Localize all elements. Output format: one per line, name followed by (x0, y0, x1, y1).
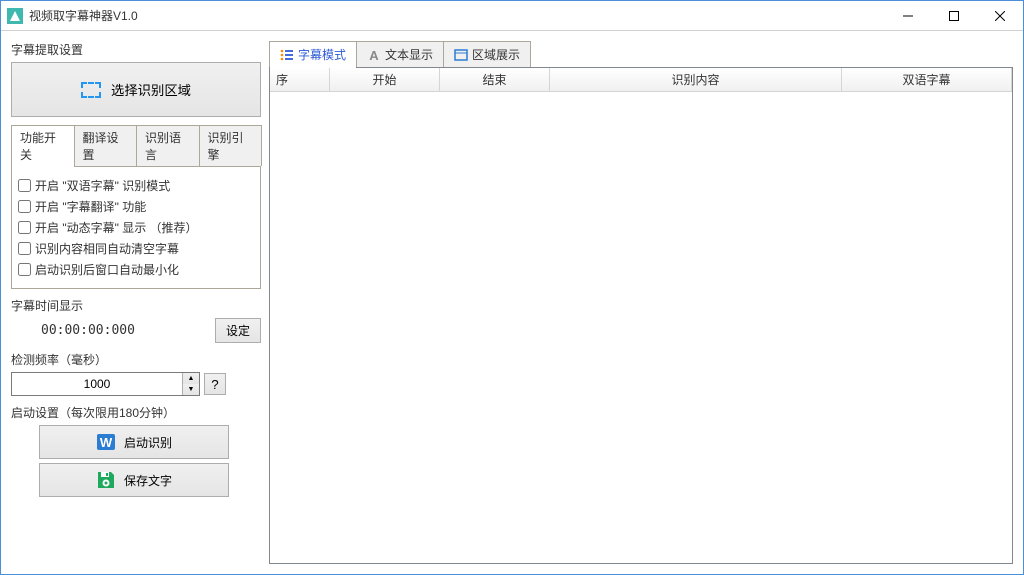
tab-region-display[interactable]: 区域展示 (443, 41, 531, 67)
checkbox-translate[interactable]: 开启 "字幕翻译" 功能 (18, 196, 254, 217)
tab-label: 字幕模式 (298, 46, 346, 63)
sub-tab-recognize-language[interactable]: 识别语言 (136, 125, 200, 166)
frequency-label: 检测频率（毫秒） (11, 351, 261, 368)
text-icon: A (367, 48, 381, 62)
th-index[interactable]: 序 (270, 68, 330, 91)
sub-tab-recognize-engine[interactable]: 识别引擎 (199, 125, 263, 166)
right-panel: 字幕模式 A 文本显示 区域展示 序 开始 (269, 41, 1013, 564)
window-title: 视频取字幕神器V1.0 (29, 7, 885, 24)
checkbox-dynamic-subtitle[interactable]: 开启 "动态字幕" 显示 （推荐） (18, 217, 254, 238)
save-icon (96, 470, 116, 490)
region-display-icon (454, 48, 468, 62)
select-region-button[interactable]: 选择识别区域 (11, 62, 261, 117)
start-recognition-button[interactable]: W 启动识别 (39, 425, 229, 459)
table-body[interactable] (270, 92, 1012, 563)
time-value: 00:00:00:000 (41, 323, 135, 338)
tab-text-display[interactable]: A 文本显示 (356, 41, 444, 67)
left-panel: 字幕提取设置 选择识别区域 功能开关 翻译设置 识别语言 识别引擎 开启 "双语… (11, 41, 261, 564)
region-icon (81, 82, 101, 98)
titlebar: 视频取字幕神器V1.0 (1, 1, 1023, 31)
checkbox-input[interactable] (18, 179, 31, 192)
th-start[interactable]: 开始 (330, 68, 440, 91)
sub-tab-function-switch[interactable]: 功能开关 (11, 125, 75, 166)
time-display-label: 字幕时间显示 (11, 297, 261, 314)
save-text-button[interactable]: 保存文字 (39, 463, 229, 497)
sub-tab-translate-settings[interactable]: 翻译设置 (74, 125, 138, 166)
tab-subtitle-mode[interactable]: 字幕模式 (269, 41, 357, 67)
checkbox-label: 识别内容相同自动清空字幕 (35, 240, 179, 257)
save-button-label: 保存文字 (124, 472, 172, 489)
extract-settings-label: 字幕提取设置 (11, 41, 261, 58)
th-bilingual[interactable]: 双语字幕 (842, 68, 1012, 91)
results-table: 序 开始 结束 识别内容 双语字幕 (269, 67, 1013, 564)
checkbox-bilingual-mode[interactable]: 开启 "双语字幕" 识别模式 (18, 175, 254, 196)
checkbox-input[interactable] (18, 263, 31, 276)
th-content[interactable]: 识别内容 (550, 68, 842, 91)
start-settings-label: 启动设置（每次限用180分钟） (11, 404, 261, 421)
th-end[interactable]: 结束 (440, 68, 550, 91)
frequency-spinner[interactable]: ▲ ▼ (11, 372, 200, 396)
main-tabs: 字幕模式 A 文本显示 区域展示 (269, 41, 1013, 67)
checkbox-auto-minimize[interactable]: 启动识别后窗口自动最小化 (18, 259, 254, 280)
app-icon (7, 8, 23, 24)
checkbox-label: 开启 "字幕翻译" 功能 (35, 198, 146, 215)
spinner-down[interactable]: ▼ (183, 384, 199, 395)
select-region-label: 选择识别区域 (111, 80, 191, 99)
checkbox-label: 开启 "动态字幕" 显示 （推荐） (35, 219, 198, 236)
checkbox-label: 开启 "双语字幕" 识别模式 (35, 177, 170, 194)
checkbox-label: 启动识别后窗口自动最小化 (35, 261, 179, 278)
frequency-help-button[interactable]: ? (204, 373, 226, 395)
time-set-button[interactable]: 设定 (215, 318, 261, 343)
checkbox-input[interactable] (18, 242, 31, 255)
tab-label: 文本显示 (385, 46, 433, 63)
checkbox-auto-clear[interactable]: 识别内容相同自动清空字幕 (18, 238, 254, 259)
tab-label: 区域展示 (472, 46, 520, 63)
checkbox-input[interactable] (18, 200, 31, 213)
frequency-input[interactable] (12, 373, 182, 395)
svg-text:W: W (100, 435, 113, 450)
start-button-label: 启动识别 (124, 434, 172, 451)
svg-text:A: A (369, 48, 379, 62)
maximize-button[interactable] (931, 1, 977, 30)
checkbox-input[interactable] (18, 221, 31, 234)
settings-sub-tabs: 功能开关 翻译设置 识别语言 识别引擎 (11, 125, 261, 167)
sub-tab-content: 开启 "双语字幕" 识别模式 开启 "字幕翻译" 功能 开启 "动态字幕" 显示… (11, 167, 261, 289)
minimize-button[interactable] (885, 1, 931, 30)
close-button[interactable] (977, 1, 1023, 30)
table-header: 序 开始 结束 识别内容 双语字幕 (270, 68, 1012, 92)
word-icon: W (96, 432, 116, 452)
list-icon (280, 48, 294, 62)
spinner-up[interactable]: ▲ (183, 373, 199, 384)
